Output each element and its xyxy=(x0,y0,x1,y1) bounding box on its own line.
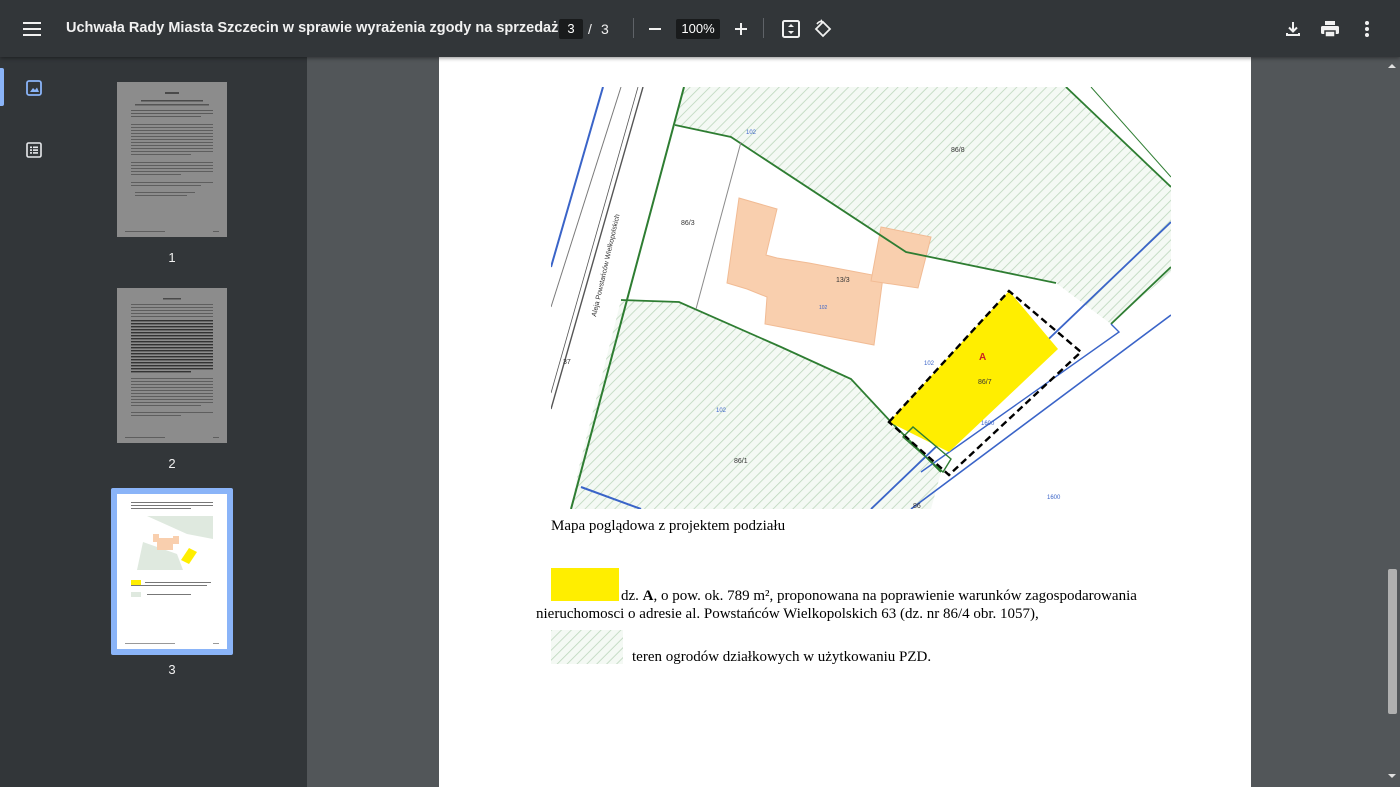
road-label: 102 xyxy=(716,408,727,414)
document-viewer[interactable]: 86/3 13/3 86/7 86/1 86/8 A 37 86 102 102… xyxy=(307,57,1400,787)
road-label: 102 xyxy=(924,361,935,367)
edge-label: 86 xyxy=(913,503,921,509)
pdf-page: 86/3 13/3 86/7 86/1 86/8 A 37 86 102 102… xyxy=(439,57,1251,787)
site-map: 86/3 13/3 86/7 86/1 86/8 A 37 86 102 102… xyxy=(551,87,1171,509)
fit-page-icon[interactable] xyxy=(779,17,803,41)
legend-swatch-garden xyxy=(551,630,623,664)
pdf-toolbar: Uchwała Rady Miasta Szczecin w sprawie w… xyxy=(0,0,1400,57)
download-icon[interactable] xyxy=(1281,17,1305,41)
legend-swatch-parcel-a xyxy=(551,568,619,601)
more-options-icon[interactable] xyxy=(1356,17,1378,41)
area-a-label: A xyxy=(979,352,986,363)
page-thumbnail-2[interactable] xyxy=(117,288,227,443)
menu-icon[interactable] xyxy=(14,12,50,46)
parcel-label: 86/3 xyxy=(681,220,695,227)
toolbar-divider xyxy=(633,18,634,38)
thumbnail-label-2: 2 xyxy=(168,456,176,471)
outline-icon[interactable] xyxy=(0,130,68,170)
page-number-input[interactable]: 3 xyxy=(559,19,583,39)
scroll-up-icon[interactable] xyxy=(1384,59,1400,73)
total-pages: 3 xyxy=(601,21,609,37)
page-thumbnail-1[interactable] xyxy=(117,82,227,237)
document-title: Uchwała Rady Miasta Szczecin w sprawie w… xyxy=(66,20,575,36)
thumbnails-icon[interactable] xyxy=(0,68,68,108)
legend-bold: A xyxy=(642,588,654,604)
parcel-label: 86/1 xyxy=(734,458,748,465)
legend-line1: , o pow. ok. 789 m², proponowana na popr… xyxy=(653,588,1137,604)
scrollbar-thumb[interactable] xyxy=(1388,569,1397,714)
sidebar-tabs xyxy=(0,57,68,787)
zoom-in-icon[interactable] xyxy=(730,18,752,40)
thumbnail-label-1: 1 xyxy=(168,250,176,265)
parcel-label: 13/3 xyxy=(836,277,850,284)
page-thumbnail-3[interactable] xyxy=(117,494,227,649)
thumbnail-sidebar: 1 2 3 xyxy=(0,57,307,787)
scroll-down-icon[interactable] xyxy=(1384,769,1400,783)
rotate-icon[interactable] xyxy=(811,17,835,41)
print-icon[interactable] xyxy=(1318,17,1342,41)
zoom-level-input[interactable]: 100% xyxy=(676,19,720,39)
vertical-scrollbar[interactable] xyxy=(1384,57,1400,787)
page-separator: / xyxy=(588,21,592,37)
edge-label: 37 xyxy=(563,359,571,366)
legend-item-2: teren ogrodów działkowych w użytkowaniu … xyxy=(632,649,932,665)
road-label: 102 xyxy=(746,130,757,136)
road-label: 1600 xyxy=(981,421,995,427)
toolbar-divider xyxy=(763,18,764,38)
road-label: 1600 xyxy=(1047,495,1061,501)
legend-item-1: dz. A, o pow. ok. 789 m², proponowana na… xyxy=(621,587,1181,605)
map-caption: Mapa poglądowa z projektem podziału xyxy=(551,518,786,534)
road-label: 102 xyxy=(819,305,828,311)
zoom-out-icon[interactable] xyxy=(644,18,666,40)
legend-item-1-line2: nieruchomosci o adresie al. Powstańców W… xyxy=(536,606,1039,622)
legend-prefix: dz. xyxy=(621,588,643,604)
parcel-label: 86/7 xyxy=(978,379,992,386)
parcel-label: 86/8 xyxy=(951,147,965,154)
thumbnail-label-3: 3 xyxy=(168,662,176,677)
